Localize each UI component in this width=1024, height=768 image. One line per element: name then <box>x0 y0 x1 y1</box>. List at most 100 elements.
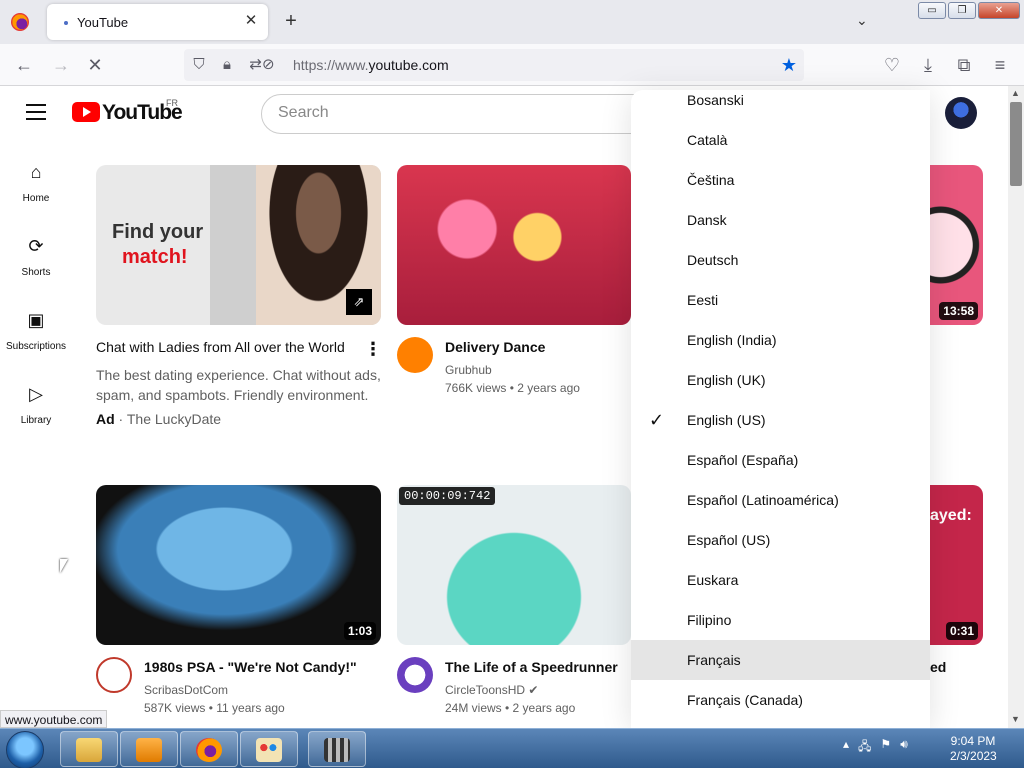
sidebar-item-home[interactable]: ⌂ Home <box>0 142 72 216</box>
video-thumbnail[interactable]: ayed: 0:31 <box>930 485 983 645</box>
downloads-icon[interactable]: ⤓ <box>917 54 939 76</box>
channel-name[interactable]: ScribasDotCom <box>144 683 228 697</box>
permissions-icon[interactable]: ⇄⊘ <box>245 55 279 75</box>
maximize-button[interactable]: ❐ <box>948 2 976 19</box>
menu-icon[interactable]: ≡ <box>989 54 1011 76</box>
lock-icon[interactable]: 🔒︎ <box>217 55 237 75</box>
language-option[interactable]: Euskara <box>631 560 930 600</box>
language-option-hovered[interactable]: Français <box>631 640 930 680</box>
list-all-tabs-icon[interactable]: ⌄ <box>856 12 872 28</box>
scroll-down-icon[interactable]: ▼ <box>1011 714 1021 724</box>
language-option[interactable]: Español (Latinoamérica) <box>631 480 930 520</box>
sidebar-item-subscriptions[interactable]: ▣ Subscriptions <box>0 290 72 364</box>
start-button[interactable] <box>6 731 44 768</box>
language-label: Filipino <box>687 612 732 628</box>
language-option[interactable]: Filipino <box>631 600 930 640</box>
language-label: Español (US) <box>687 532 771 548</box>
video-card-partial-bottom[interactable]: ayed: 0:31 ed <box>930 485 983 725</box>
taskbar-media-player[interactable] <box>120 731 178 767</box>
language-option-selected[interactable]: ✓ English (US) <box>631 400 930 440</box>
language-option[interactable]: Català <box>631 120 930 160</box>
language-label: Bosanski <box>687 92 744 108</box>
pocket-icon[interactable]: ♡ <box>881 54 903 76</box>
new-tab-button[interactable]: + <box>280 10 302 32</box>
video-title[interactable]: 1980s PSA - "We're Not Candy!" <box>144 659 357 675</box>
sidebar-item-library[interactable]: ▷ Library <box>0 364 72 438</box>
forward-icon[interactable]: → <box>50 54 72 76</box>
firefox-icon[interactable] <box>11 13 29 31</box>
language-option[interactable]: English (India) <box>631 320 930 360</box>
video-title[interactable]: ed <box>930 659 946 675</box>
scroll-up-icon[interactable]: ▲ <box>1011 88 1021 98</box>
video-thumbnail[interactable] <box>397 165 631 325</box>
sidebar-item-shorts[interactable]: ⟳ Shorts <box>0 216 72 290</box>
taskbar-firefox[interactable] <box>180 731 238 767</box>
language-option[interactable]: English (UK) <box>631 360 930 400</box>
bookmark-star-icon[interactable]: ★ <box>779 55 799 75</box>
network-icon[interactable]: 🖧︎ <box>858 737 871 758</box>
video-card-speedrunner[interactable]: The Life of a Speedrunner CircleToonsHD … <box>397 485 637 725</box>
account-avatar[interactable] <box>945 97 977 129</box>
language-option[interactable]: Bosanski <box>631 90 930 120</box>
volume-icon[interactable]: 🔊︎ <box>900 737 908 758</box>
ad-description: The best dating experience. Chat without… <box>96 367 381 403</box>
tab-youtube[interactable]: YouTube ✕ <box>47 4 268 40</box>
video-thumbnail[interactable]: 13:58 <box>930 165 983 325</box>
more-actions-icon[interactable]: ⋮ <box>364 339 382 360</box>
channel-avatar[interactable] <box>397 337 433 373</box>
page-scrollbar[interactable]: ▲ ▼ <box>1008 86 1024 728</box>
youtube-logo-icon[interactable] <box>72 102 100 122</box>
channel-name[interactable]: Grubhub <box>445 363 492 377</box>
action-center-icon[interactable]: ⚑ <box>880 737 891 758</box>
guide-menu-icon[interactable] <box>26 104 46 120</box>
taskbar-explorer[interactable] <box>60 731 118 767</box>
ad-card[interactable]: Find your match! ⇗ Chat with Ladies from… <box>96 165 382 435</box>
extensions-icon[interactable]: ⧉ <box>953 54 975 76</box>
video-card-partial-top[interactable]: 13:58 <box>930 165 983 325</box>
taskbar-movie-maker[interactable] <box>308 731 366 767</box>
ad-thumbnail-text: Find your <box>112 221 204 243</box>
language-option[interactable]: Français (Canada) <box>631 680 930 720</box>
subscriptions-icon: ▣ <box>27 310 45 330</box>
scrollbar-thumb[interactable] <box>1010 102 1022 186</box>
video-title[interactable]: Delivery Dance <box>445 339 545 355</box>
video-card-candy[interactable]: 1:03 1980s PSA - "We're Not Candy!" Scri… <box>96 485 381 725</box>
language-option[interactable]: Čeština <box>631 160 930 200</box>
language-menu[interactable]: Bosanski Català Čeština Dansk Deutsch Ee… <box>631 90 930 728</box>
sidebar-item-label: Shorts <box>21 267 51 278</box>
video-thumbnail[interactable]: 1:03 <box>96 485 381 645</box>
search-box[interactable] <box>261 94 641 134</box>
url-bar[interactable]: ⛉ 🔒︎ ⇄⊘ https://www.youtube.com ★ <box>184 49 804 81</box>
taskbar-clock[interactable]: 9:04 PM 2/3/2023 <box>950 734 997 764</box>
shield-icon[interactable]: ⛉ <box>189 55 209 75</box>
ad-advertiser[interactable]: The LuckyDate <box>127 411 221 427</box>
language-option[interactable]: Español (España) <box>631 440 930 480</box>
video-thumbnail[interactable] <box>397 485 631 645</box>
stop-loading-icon[interactable]: ✕ <box>84 54 106 76</box>
close-tab-icon[interactable]: ✕ <box>242 12 260 30</box>
channel-name[interactable]: CircleToonsHD ✔ <box>445 683 538 697</box>
language-label: Dansk <box>687 212 727 228</box>
external-link-icon[interactable]: ⇗ <box>346 289 372 315</box>
language-option[interactable]: Español (US) <box>631 520 930 560</box>
language-option[interactable]: Deutsch <box>631 240 930 280</box>
close-window-button[interactable]: ✕ <box>978 2 1020 19</box>
back-icon[interactable]: ← <box>13 54 35 76</box>
ad-thumbnail[interactable]: Find your match! ⇗ <box>96 165 381 325</box>
search-input[interactable] <box>278 104 618 122</box>
shorts-icon: ⟳ <box>28 236 44 256</box>
channel-avatar[interactable] <box>397 657 433 693</box>
language-label: Čeština <box>687 172 735 188</box>
video-title[interactable]: The Life of a Speedrunner <box>445 659 618 675</box>
video-meta: 24M views • 2 years ago <box>445 701 576 715</box>
video-card-delivery-dance[interactable]: Delivery Dance Grubhub 766K views • 2 ye… <box>397 165 637 405</box>
sidebar-item-label: Subscriptions <box>5 341 67 352</box>
taskbar-paint[interactable] <box>240 731 298 767</box>
channel-avatar[interactable] <box>96 657 132 693</box>
minimize-button[interactable]: ▭ <box>918 2 946 19</box>
show-hidden-icons-icon[interactable]: ▴ <box>843 737 849 758</box>
ad-title[interactable]: Chat with Ladies from All over the World <box>96 339 345 355</box>
language-option[interactable]: Eesti <box>631 280 930 320</box>
language-option[interactable]: Dansk <box>631 200 930 240</box>
url-text[interactable]: https://www.youtube.com <box>293 57 449 73</box>
